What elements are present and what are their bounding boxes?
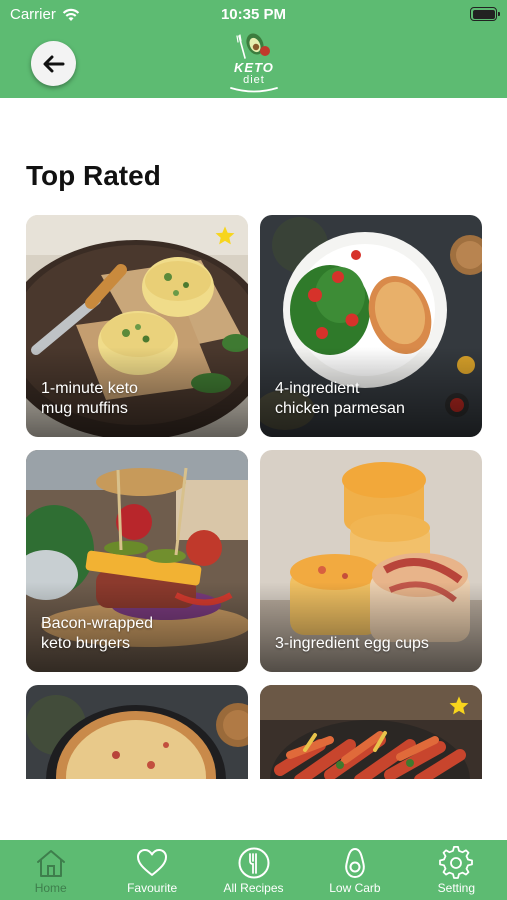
tab-all-recipes[interactable]: All Recipes	[203, 840, 304, 900]
tab-label: All Recipes	[223, 881, 284, 895]
tab-label: Favourite	[127, 881, 178, 895]
tab-home[interactable]: Home	[0, 840, 101, 900]
gear-icon	[439, 846, 474, 879]
recipe-title: 4-ingredient chicken parmesan	[275, 380, 405, 417]
recipe-card[interactable]	[26, 685, 248, 779]
tab-low-carb[interactable]: Low Carb	[304, 840, 405, 900]
recipe-card[interactable]: Bacon-wrapped keto burgers	[26, 450, 248, 672]
screen: Carrier 10:35 PM KETO diet Top Rated 1-m…	[0, 0, 507, 900]
battery-icon	[470, 7, 500, 21]
tab-label: Home	[34, 881, 67, 895]
recipe-title: 3-ingredient egg cups	[275, 635, 429, 652]
avocado-logo-icon	[236, 33, 270, 59]
tab-bar: Home Favourite All Recipes Low Carb Sett…	[0, 840, 507, 900]
tab-favourite[interactable]: Favourite	[101, 840, 202, 900]
status-time: 10:35 PM	[220, 6, 287, 23]
recipe-photo-quiche	[26, 685, 248, 779]
tab-setting[interactable]: Setting	[406, 840, 507, 900]
home-icon	[36, 850, 65, 877]
recipe-card[interactable]: 1-minute keto mug muffins	[26, 215, 248, 437]
heart-icon	[137, 849, 168, 876]
back-button[interactable]	[31, 41, 76, 86]
recipe-card[interactable]: 3-ingredient egg cups	[260, 450, 482, 672]
section-title: Top Rated	[26, 160, 161, 191]
recipe-grid: 1-minute keto mug muffins 4-ingredient c…	[0, 210, 507, 779]
star-icon	[215, 226, 235, 245]
tab-label: Setting	[437, 881, 475, 895]
recipe-title: Bacon-wrapped keto burgers	[41, 615, 154, 652]
keto-diet-logo: KETO diet	[225, 30, 283, 94]
logo-text-diet: diet	[243, 74, 265, 86]
recipe-card[interactable]: 4-ingredient chicken parmesan	[260, 215, 482, 437]
card-shade	[260, 582, 482, 672]
tab-label: Low Carb	[329, 881, 381, 895]
status-bar: Carrier 10:35 PM	[0, 0, 507, 30]
recipe-title: 1-minute keto mug muffins	[41, 380, 138, 417]
arrow-left-icon	[43, 55, 64, 72]
logo-text-keto: KETO	[234, 60, 274, 75]
star-icon	[449, 696, 469, 715]
recipe-card[interactable]	[260, 685, 482, 779]
fork-icon	[238, 847, 270, 879]
avocado-icon	[345, 847, 365, 879]
header: Carrier 10:35 PM KETO diet	[0, 0, 507, 98]
logo-swoosh	[230, 87, 278, 93]
